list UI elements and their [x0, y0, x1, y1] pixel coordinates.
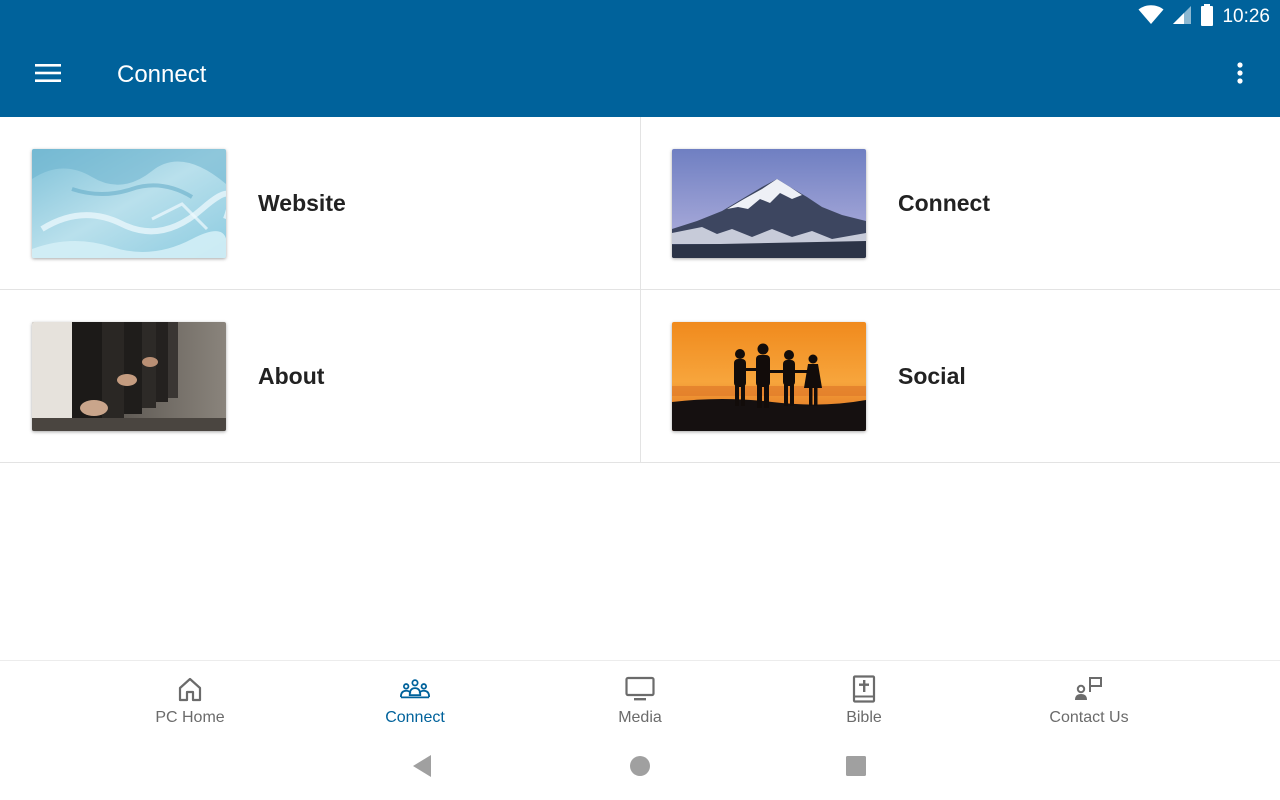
nav-label: Contact Us: [1049, 709, 1129, 726]
recents-button[interactable]: [840, 754, 872, 782]
nav-label: Bible: [846, 709, 882, 726]
home-circle-icon: [629, 755, 651, 782]
nav-item-media[interactable]: Media: [560, 661, 720, 739]
app-bar: Connect: [0, 34, 1280, 117]
nav-label: PC Home: [155, 709, 225, 726]
tile-label: Website: [258, 190, 346, 216]
tile-label: About: [258, 363, 325, 389]
nav-item-contact-us[interactable]: Contact Us: [1009, 661, 1169, 739]
snowy-mountain-image: [672, 149, 866, 258]
battery-icon: [1200, 3, 1214, 31]
signal-icon: [1172, 5, 1192, 30]
recents-square-icon: [845, 755, 867, 782]
back-button[interactable]: [406, 754, 438, 782]
nav-item-connect[interactable]: Connect: [335, 661, 495, 739]
tile-social[interactable]: Social: [640, 290, 1280, 463]
more-vert-icon: [1237, 61, 1243, 89]
page-title: Connect: [117, 61, 207, 88]
tv-icon: [625, 675, 655, 703]
nav-label: Media: [618, 709, 662, 726]
menu-button[interactable]: [24, 54, 72, 96]
tile-label: Social: [898, 363, 966, 389]
status-icons: 10:26: [1138, 3, 1270, 31]
tile-connect[interactable]: Connect: [640, 117, 1280, 290]
status-bar: 10:26: [0, 0, 1280, 34]
bible-icon: [849, 675, 879, 703]
tile-label: Connect: [898, 190, 990, 216]
nav-item-bible[interactable]: Bible: [784, 661, 944, 739]
tile-about[interactable]: About: [0, 290, 640, 463]
ice-texture-image: [32, 149, 226, 258]
sunset-silhouettes-image: [672, 322, 866, 431]
nav-item-pc-home[interactable]: PC Home: [110, 661, 270, 739]
people-group-icon: [400, 675, 430, 703]
app-screen: 10:26 Connect Website Connect About Soci…: [0, 0, 1280, 800]
system-navigation-bar: [0, 738, 1280, 800]
overflow-menu-button[interactable]: [1220, 54, 1260, 96]
home-button[interactable]: [624, 754, 656, 782]
bottom-navigation: PC Home Connect Media Bible Contact Us: [0, 660, 1280, 739]
hamburger-menu-icon: [35, 63, 61, 87]
back-triangle-icon: [411, 754, 433, 783]
home-icon: [175, 675, 205, 703]
contact-person-icon: [1074, 675, 1104, 703]
tile-website[interactable]: Website: [0, 117, 640, 290]
worship-hands-image: [32, 322, 226, 431]
nav-label: Connect: [385, 709, 445, 726]
wifi-icon: [1138, 4, 1164, 30]
status-time: 10:26: [1222, 6, 1270, 27]
